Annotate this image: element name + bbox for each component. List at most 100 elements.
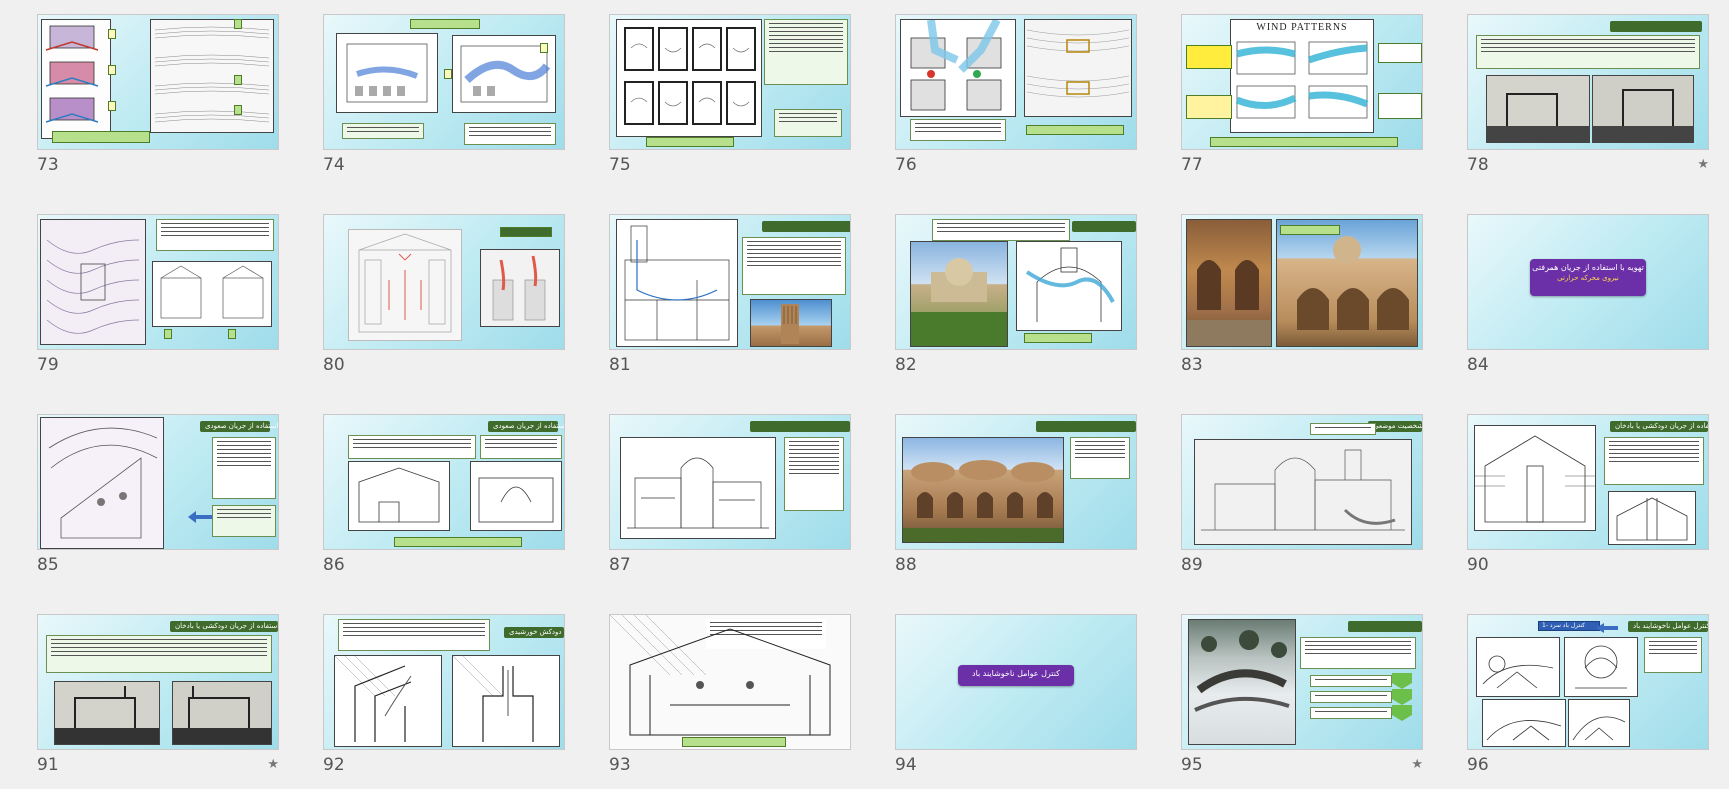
airflow-diagram (1024, 19, 1132, 117)
text-box (1070, 437, 1130, 479)
text-box (348, 435, 476, 459)
slide-number: 90 (1467, 555, 1489, 575)
caption-box: ​ (164, 329, 172, 339)
model-photo (1486, 75, 1590, 143)
slide-preview[interactable]: استفاده از جریان دودکشی یا بادخان (1467, 414, 1709, 550)
slide-title-tag: شخصیت موضعی (1368, 421, 1422, 432)
callout-label: ​ (108, 101, 116, 111)
slide-preview[interactable]: استفاده از جریان صعودی (37, 414, 279, 550)
callout-label: ​ (1378, 93, 1422, 119)
slide-number: 77 (1181, 155, 1203, 175)
plan-diagrams (616, 19, 762, 137)
slide-preview[interactable]: ​ (1181, 614, 1423, 750)
text-box (774, 109, 842, 137)
slide-number: 75 (609, 155, 631, 175)
building-section-drawing (620, 437, 776, 539)
slide-number: 80 (323, 355, 345, 375)
slide-sorter-grid: ​ ​ ​ ​ ​ ​ ​ 73 ​ (0, 0, 1729, 789)
model-photo (172, 681, 272, 745)
wind-control-sketch (1482, 699, 1566, 747)
slide-preview[interactable]: ​ (609, 14, 851, 150)
slide-number: 96 (1467, 755, 1489, 775)
slide-preview[interactable]: کنترل عوامل ناخوشایند باد (895, 614, 1137, 750)
callout-label: ​ (234, 105, 242, 115)
wind-flow-diagrams (150, 19, 274, 133)
callout-label: ​ (108, 65, 116, 75)
slide-title-tag: استفاده از جریان دودکشی یا بادخان (170, 621, 278, 632)
heat-flow-diagram (480, 249, 560, 327)
slide-title-tag: استفاده از جریان صعودی (200, 421, 278, 432)
slide-title-tag: استفاده از جریان صعودی (488, 421, 564, 432)
slide-preview[interactable]: ​ (323, 214, 565, 350)
slide-preview[interactable]: ​ (609, 614, 851, 750)
slide-preview[interactable]: استفاده از جریان دودکشی یا بادخان (37, 614, 279, 750)
text-box (742, 237, 846, 295)
slide-preview[interactable]: ​ (609, 214, 851, 350)
slide-title-tag: ​ (750, 421, 850, 432)
building-section-drawing (1194, 439, 1412, 545)
section-drawing (616, 219, 738, 347)
slide-preview[interactable]: کنترل عوامل ناخوشایند باد 1- کنترل باد س… (1467, 614, 1709, 750)
slide-preview[interactable]: ​ (895, 14, 1137, 150)
slide-preview[interactable]: ​ (1181, 214, 1423, 350)
text-box (212, 505, 276, 537)
callout-label: ​ (1378, 43, 1422, 63)
section-airflow-drawing (1016, 241, 1122, 331)
slide-preview[interactable]: ​ (1467, 14, 1709, 150)
wind-control-sketch (1476, 637, 1560, 697)
slide-number: 95 (1181, 755, 1203, 775)
slide-number: 87 (609, 555, 631, 575)
callout-label: ​ (234, 75, 242, 85)
slide-preview[interactable]: دودکش خورشیدی (323, 614, 565, 750)
slide-preview[interactable]: ​ ​ (37, 214, 279, 350)
domed-buildings-photo (902, 437, 1064, 543)
slide-title-tag: ​ (1072, 221, 1136, 232)
slide-preview[interactable]: استفاده از جریان صعودی ​ (323, 414, 565, 550)
slide-preview[interactable]: ​ ​ ​ ​ ​ ​ ​ (37, 14, 279, 150)
slide-number: 86 (323, 555, 345, 575)
slide-preview[interactable]: ​ (895, 414, 1137, 550)
slide-title-tag: ​ (1348, 621, 1422, 632)
section-sketch (152, 261, 272, 327)
solar-chimney-section-drawing (610, 615, 831, 736)
wind-control-sketch (1568, 699, 1630, 747)
star-icon[interactable]: ★ (1411, 757, 1423, 772)
text-box (1644, 637, 1702, 673)
room-sketch (348, 461, 450, 531)
section-title-box: کنترل عوامل ناخوشایند باد (958, 665, 1074, 686)
slide-title-tag: ​ (1610, 21, 1702, 32)
caption-box: ​ (1026, 125, 1124, 135)
caption-box: ​ (1210, 137, 1398, 147)
slide-preview[interactable]: شخصیت موضعی (1181, 414, 1423, 550)
text-box (764, 19, 848, 85)
slide-preview[interactable]: ​ (609, 414, 851, 550)
caption-box: ​ (228, 329, 236, 339)
slide-preview[interactable]: ​ ​ ​ (323, 14, 565, 150)
star-icon[interactable]: ★ (1697, 157, 1709, 172)
slide-preview[interactable]: WIND PATTERNS ​ ​ ​ ​ ​ (1181, 14, 1423, 150)
caption-box: ​ (1280, 225, 1340, 235)
slide-number: 78 (1467, 155, 1489, 175)
text-box (1476, 35, 1700, 69)
slide-preview[interactable]: ​ ​ (895, 214, 1137, 350)
text-box (464, 123, 556, 145)
callout-label: ​ (1186, 95, 1232, 119)
arrow-left-icon (188, 511, 212, 523)
star-icon[interactable]: ★ (267, 757, 279, 772)
wind-patterns-figure: WIND PATTERNS (1230, 19, 1374, 133)
slide-number: 79 (37, 355, 59, 375)
text-box (156, 219, 274, 251)
slide-title-tag: دودکش خورشیدی (504, 627, 564, 638)
section-title: کنترل عوامل ناخوشایند باد (972, 669, 1060, 678)
snow-landscape-photo (1188, 619, 1296, 745)
slide-number: 93 (609, 755, 631, 775)
slide-preview[interactable]: تهویه با استفاده از جریان همرفتی نیروی م… (1467, 214, 1709, 350)
subsection-tag: 1- کنترل باد سرد (1538, 621, 1600, 631)
section-subtitle: نیروی محرکه حرارتی (1557, 274, 1619, 282)
solar-chimney-sketch (452, 655, 560, 747)
list-item (1310, 691, 1392, 703)
callout-label: ​ (540, 43, 548, 53)
airflow-sketch (40, 219, 146, 345)
slide-number: 81 (609, 355, 631, 375)
windcatcher-photo (750, 299, 832, 347)
